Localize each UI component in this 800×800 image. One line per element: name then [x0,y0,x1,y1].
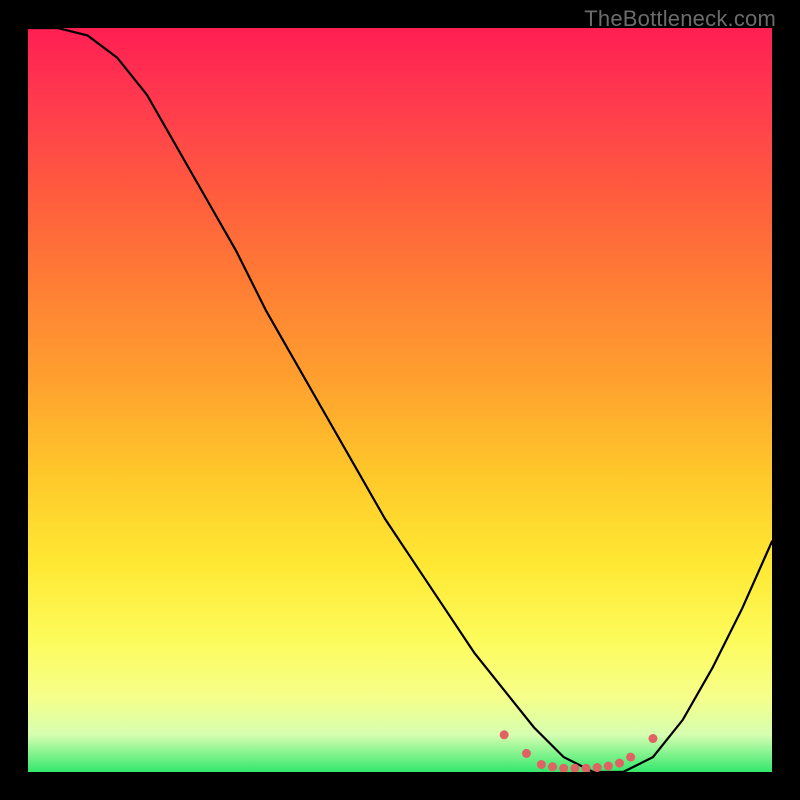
valley-marker [604,762,613,771]
valley-marker [559,764,568,772]
valley-marker [537,760,546,769]
watermark-text: TheBottleneck.com [584,6,776,32]
valley-marker [582,764,591,772]
valley-marker [626,753,635,762]
valley-marker [593,763,602,772]
chart-frame: TheBottleneck.com [0,0,800,800]
valley-markers [28,28,772,772]
valley-marker [648,734,657,743]
valley-marker [615,759,624,768]
valley-marker [570,764,579,772]
valley-marker [548,762,557,771]
valley-marker [522,749,531,758]
valley-marker [500,730,509,739]
plot-area [28,28,772,772]
